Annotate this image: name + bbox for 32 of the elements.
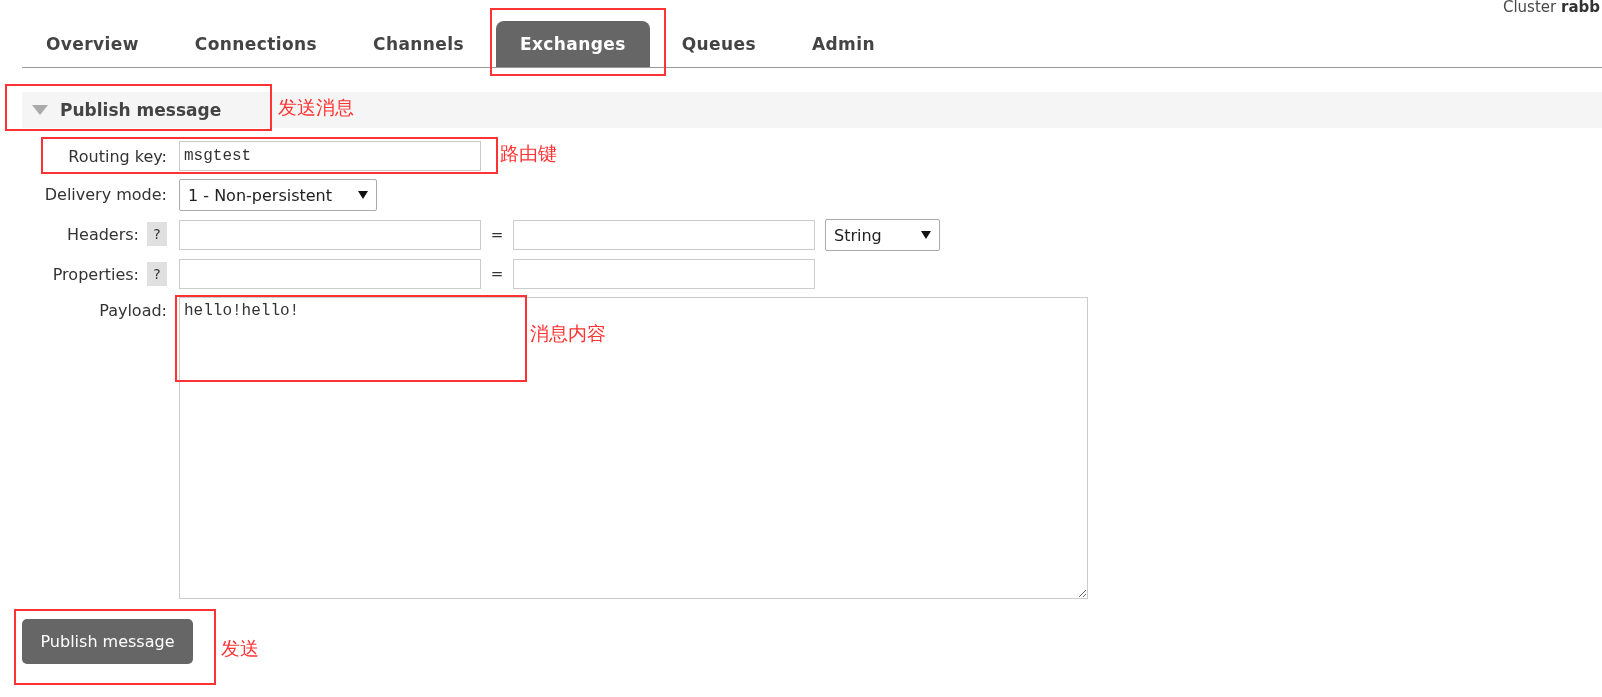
nav-tab[interactable]: Channels (349, 21, 488, 67)
annotation-text: 消息内容 (530, 321, 606, 346)
publish-message-button[interactable]: Publish message (22, 619, 193, 664)
annotation-text: 发送消息 (278, 95, 354, 120)
header-key-field[interactable] (179, 220, 481, 250)
equals-sign: = (489, 265, 505, 283)
equals-sign: = (489, 226, 505, 244)
field-label: Properties: (52, 264, 139, 284)
nav-tab[interactable]: Queues (657, 21, 780, 67)
field-label: Payload: (99, 301, 167, 320)
annotation-text: 发送 (221, 636, 259, 661)
field-label: Headers: (67, 224, 139, 244)
routing-key-field[interactable]: msgtest (179, 141, 481, 171)
field-label: Routing key: (68, 146, 167, 166)
help-button[interactable]: ? (147, 262, 167, 286)
cluster-name: Cluster rabb (1502, 0, 1600, 16)
delivery-mode-select[interactable]: 1 - Non-persistent (179, 179, 377, 211)
nav-tab[interactable]: Connections (170, 21, 342, 67)
expand-triangle-icon[interactable] (32, 105, 48, 115)
property-key-field[interactable] (179, 259, 481, 289)
header-value-field[interactable] (513, 220, 815, 250)
field-label: Delivery mode: (44, 184, 167, 204)
dropdown-arrow-icon (921, 231, 931, 239)
section-title: Publish message (60, 100, 222, 120)
header-type-select[interactable]: String (825, 219, 940, 251)
nav-tab[interactable]: Admin (787, 21, 899, 67)
annotation-text: 路由键 (500, 141, 557, 166)
nav-tab[interactable]: Overview (22, 21, 163, 67)
help-button[interactable]: ? (147, 222, 167, 246)
property-value-field[interactable] (513, 259, 815, 289)
dropdown-arrow-icon (358, 191, 368, 199)
nav-tab[interactable]: Exchanges (495, 21, 650, 67)
